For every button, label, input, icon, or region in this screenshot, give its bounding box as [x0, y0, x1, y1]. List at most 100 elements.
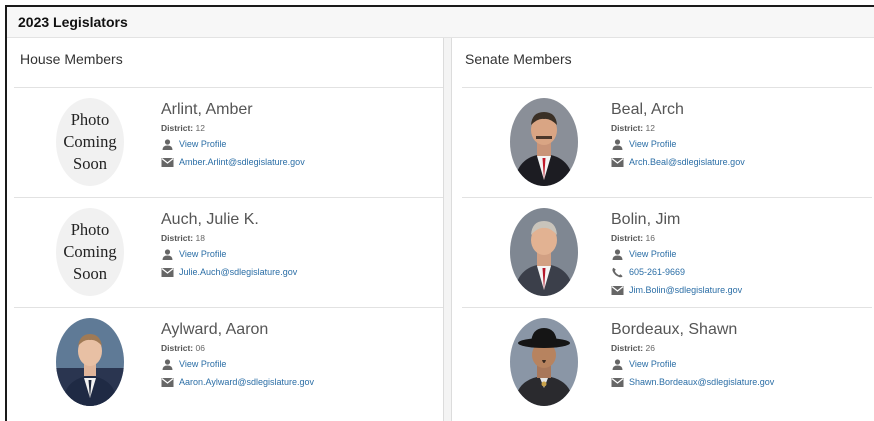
view-profile-label[interactable]: View Profile: [179, 356, 226, 372]
legislator-name: Arlint, Amber: [161, 101, 253, 118]
person-icon: [162, 138, 173, 150]
person-icon: [162, 358, 173, 370]
email-address[interactable]: Arch.Beal@sdlegislature.gov: [629, 154, 745, 170]
photo-placeholder: Photo Coming Soon: [56, 98, 124, 186]
phone-icon: [612, 267, 623, 277]
view-profile-label[interactable]: View Profile: [179, 246, 226, 262]
district-line: District: 16: [611, 233, 742, 244]
envelope-icon: [161, 157, 174, 167]
district-line: District: 18: [161, 233, 297, 244]
email-address[interactable]: Shawn.Bordeaux@sdlegislature.gov: [629, 374, 774, 390]
legislator-info: Bordeaux, Shawn District: 26 View Profil…: [611, 320, 774, 390]
district-label: District:: [161, 233, 194, 243]
email-link[interactable]: Shawn.Bordeaux@sdlegislature.gov: [611, 374, 774, 390]
envelope-icon: [161, 267, 174, 277]
photo-placeholder-text: Photo: [70, 110, 110, 129]
legislator-card: Aylward, Aaron District: 06 View Profile…: [14, 307, 443, 417]
district-value: 26: [645, 343, 655, 353]
legislator-photo[interactable]: [56, 318, 124, 406]
legislator-photo[interactable]: [510, 318, 578, 406]
email-address[interactable]: Amber.Arlint@sdlegislature.gov: [179, 154, 305, 170]
envelope-icon: [611, 157, 624, 167]
email-link[interactable]: Julie.Auch@sdlegislature.gov: [161, 264, 297, 280]
house-member-list: Photo Coming Soon Arlint, Amber District…: [14, 87, 443, 417]
page-title: 2023 Legislators: [18, 14, 128, 30]
legislator-name: Beal, Arch: [611, 101, 684, 118]
district-label: District:: [611, 343, 644, 353]
district-label: District:: [161, 343, 194, 353]
view-profile-link[interactable]: View Profile: [161, 246, 297, 262]
legislator-name: Auch, Julie K.: [161, 211, 259, 228]
legislator-photo[interactable]: [510, 208, 578, 296]
view-profile-link[interactable]: View Profile: [611, 136, 745, 152]
legislator-info: Beal, Arch District: 12 View Profile Arc…: [611, 100, 745, 170]
district-line: District: 06: [161, 343, 314, 354]
district-value: 16: [645, 233, 655, 243]
district-value: 12: [645, 123, 655, 133]
district-value: 18: [195, 233, 205, 243]
phone-number[interactable]: 605-261-9669: [629, 264, 685, 280]
house-members-heading: House Members: [20, 51, 123, 67]
district-line: District: 12: [161, 123, 305, 134]
senate-members-panel: Senate Members Beal, Arch District: 12 V…: [451, 38, 874, 421]
district-value: 12: [195, 123, 205, 133]
email-link[interactable]: Arch.Beal@sdlegislature.gov: [611, 154, 745, 170]
view-profile-link[interactable]: View Profile: [161, 356, 314, 372]
portrait-image: [510, 208, 578, 296]
district-value: 06: [195, 343, 205, 353]
envelope-icon: [161, 377, 174, 387]
house-members-panel: House Members Photo Coming Soon Arlint, …: [7, 38, 444, 421]
district-label: District:: [161, 123, 194, 133]
email-link[interactable]: Aaron.Aylward@sdlegislature.gov: [161, 374, 314, 390]
photo-placeholder-text: Photo: [70, 220, 110, 239]
email-address[interactable]: Jim.Bolin@sdlegislature.gov: [629, 282, 742, 298]
district-label: District:: [611, 123, 644, 133]
portrait-image: [510, 318, 578, 406]
legislator-info: Bolin, Jim District: 16 View Profile 605…: [611, 210, 742, 298]
photo-placeholder: Photo Coming Soon: [56, 208, 124, 296]
column-gutter: [444, 38, 451, 421]
photo-placeholder-text: Soon: [73, 154, 107, 173]
envelope-icon: [611, 377, 624, 387]
legislator-name: Bolin, Jim: [611, 211, 681, 228]
photo-placeholder-text: Coming: [63, 242, 117, 261]
view-profile-link[interactable]: View Profile: [611, 356, 774, 372]
email-link[interactable]: Jim.Bolin@sdlegislature.gov: [611, 282, 742, 298]
person-icon: [612, 358, 623, 370]
phone-link[interactable]: 605-261-9669: [611, 264, 742, 280]
portrait-image: [56, 318, 124, 406]
view-profile-label[interactable]: View Profile: [629, 356, 676, 372]
legislator-info: Aylward, Aaron District: 06 View Profile…: [161, 320, 314, 390]
senate-members-heading: Senate Members: [465, 51, 572, 67]
photo-placeholder-text: Coming: [63, 132, 117, 151]
page-header: 2023 Legislators: [7, 7, 874, 38]
email-address[interactable]: Aaron.Aylward@sdlegislature.gov: [179, 374, 314, 390]
legislator-card: Photo Coming Soon Auch, Julie K. Distric…: [14, 197, 443, 307]
legislator-name: Bordeaux, Shawn: [611, 321, 738, 338]
legislator-photo[interactable]: [510, 98, 578, 186]
envelope-icon: [611, 285, 624, 295]
portrait-image: [510, 98, 578, 186]
view-profile-label[interactable]: View Profile: [629, 246, 676, 262]
photo-placeholder-text: Soon: [73, 264, 107, 283]
person-icon: [612, 248, 623, 260]
view-profile-label[interactable]: View Profile: [179, 136, 226, 152]
email-address[interactable]: Julie.Auch@sdlegislature.gov: [179, 264, 297, 280]
view-profile-label[interactable]: View Profile: [629, 136, 676, 152]
person-icon: [612, 138, 623, 150]
legislator-name: Aylward, Aaron: [161, 321, 269, 338]
legislator-info: Auch, Julie K. District: 18 View Profile…: [161, 210, 297, 280]
district-line: District: 12: [611, 123, 745, 134]
district-line: District: 26: [611, 343, 774, 354]
district-label: District:: [611, 233, 644, 243]
view-profile-link[interactable]: View Profile: [161, 136, 305, 152]
view-profile-link[interactable]: View Profile: [611, 246, 742, 262]
senate-member-list: Beal, Arch District: 12 View Profile Arc…: [462, 87, 872, 417]
legislator-info: Arlint, Amber District: 12 View Profile …: [161, 100, 305, 170]
legislator-card: Bordeaux, Shawn District: 26 View Profil…: [462, 307, 872, 417]
legislator-card: Bolin, Jim District: 16 View Profile 605…: [462, 197, 872, 307]
legislator-card: Photo Coming Soon Arlint, Amber District…: [14, 87, 443, 197]
legislator-card: Beal, Arch District: 12 View Profile Arc…: [462, 87, 872, 197]
person-icon: [162, 248, 173, 260]
email-link[interactable]: Amber.Arlint@sdlegislature.gov: [161, 154, 305, 170]
